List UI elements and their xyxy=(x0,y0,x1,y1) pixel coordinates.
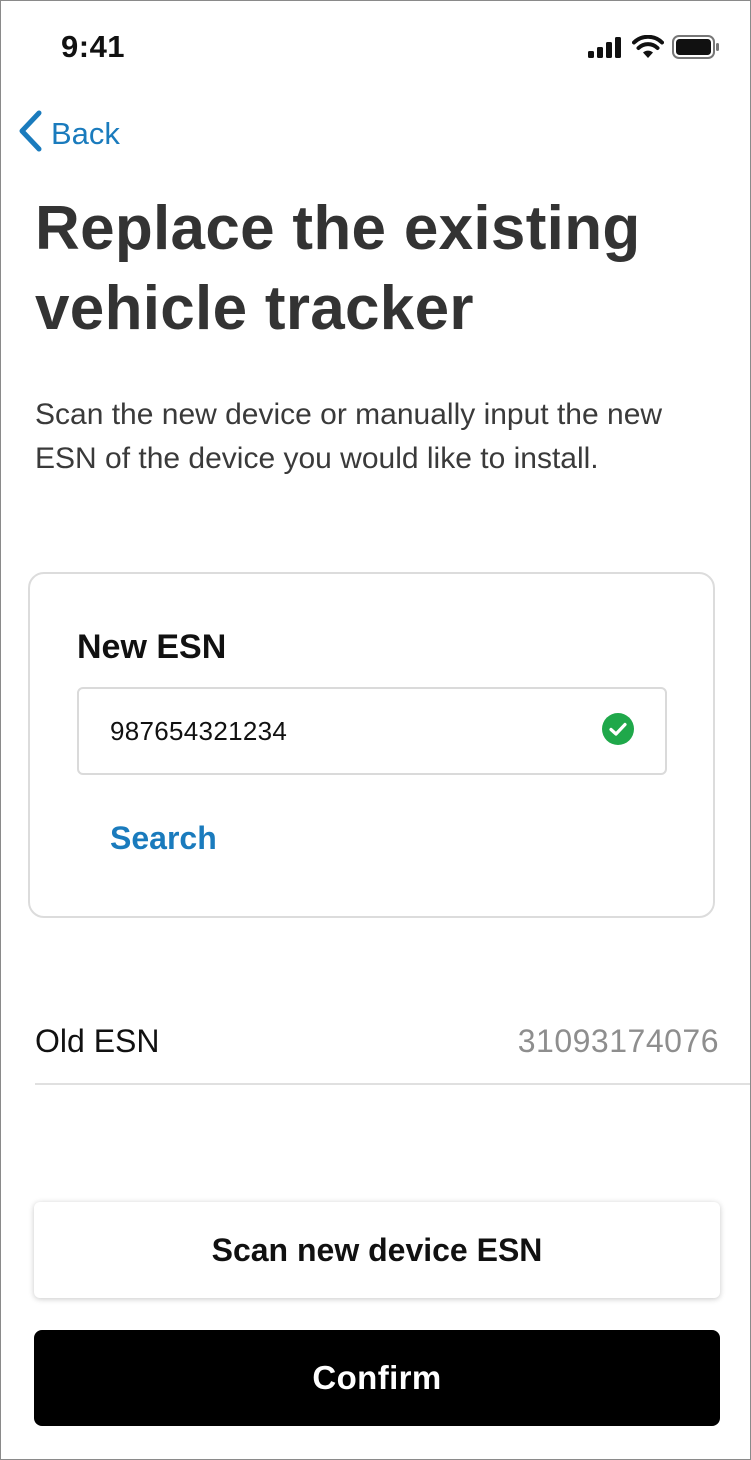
wifi-icon xyxy=(632,34,664,64)
new-esn-card: New ESN 987654321234 Search xyxy=(28,572,715,918)
status-icons xyxy=(588,34,720,64)
old-esn-row: Old ESN 31093174076 xyxy=(35,1021,750,1085)
new-esn-label: New ESN xyxy=(77,628,227,666)
scan-device-button[interactable]: Scan new device ESN xyxy=(34,1202,720,1298)
back-label: Back xyxy=(51,115,120,151)
check-circle-icon xyxy=(601,712,635,751)
new-esn-input[interactable]: 987654321234 xyxy=(77,687,667,775)
screen: 9:41 Back Replace the existing vehicle t… xyxy=(0,0,751,1460)
confirm-label: Confirm xyxy=(312,1359,442,1396)
status-time: 9:41 xyxy=(61,29,126,64)
old-esn-label: Old ESN xyxy=(35,1023,160,1059)
search-button[interactable]: Search xyxy=(110,820,217,857)
page-title: Replace the existing vehicle tracker xyxy=(35,194,641,343)
battery-icon xyxy=(672,35,720,64)
confirm-button[interactable]: Confirm xyxy=(34,1330,720,1426)
old-esn-value: 31093174076 xyxy=(517,1023,719,1059)
new-esn-value[interactable]: 987654321234 xyxy=(110,716,601,747)
cellular-signal-icon xyxy=(588,36,624,63)
back-button[interactable]: Back xyxy=(17,109,120,158)
scan-device-label: Scan new device ESN xyxy=(211,1231,543,1268)
chevron-left-icon xyxy=(17,109,43,158)
page-description: Scan the new device or manually input th… xyxy=(35,398,663,475)
